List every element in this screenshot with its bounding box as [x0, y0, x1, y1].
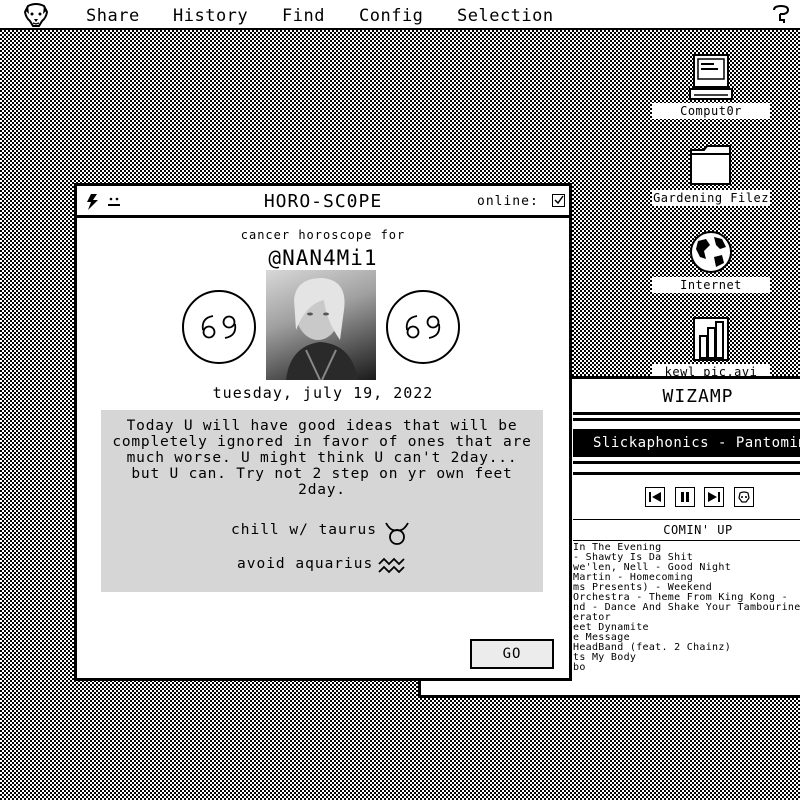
pause-icon — [681, 492, 689, 502]
playlist-item[interactable]: bo — [573, 663, 800, 673]
wizamp-title: WIZAMP — [573, 379, 800, 415]
menu-history[interactable]: History — [173, 6, 248, 26]
avoid-sign-label: avoid aquarius — [237, 556, 374, 572]
check-icon — [553, 195, 564, 205]
menu-bar: Share History Find Config Selection — [0, 0, 800, 30]
playlist-item[interactable]: ts My Body — [573, 653, 800, 663]
cancer-sign-icon — [182, 290, 256, 364]
title-bar[interactable]: HORO-SC0PE online: — [77, 186, 569, 218]
previous-icon — [649, 492, 661, 502]
playlist: In The Evening - Shawty Is Da Shit we'le… — [573, 543, 800, 683]
horoscope-for-label: cancer horoscope for — [240, 228, 406, 242]
previous-button[interactable] — [645, 487, 665, 507]
online-checkbox[interactable] — [552, 194, 565, 207]
now-playing-display: Slickaphonics - Pantomime — [573, 429, 800, 457]
desktop-icon-label: Gardening Filez — [652, 190, 770, 206]
next-icon — [708, 492, 720, 502]
computer-icon — [689, 54, 733, 100]
desktop-icon-video[interactable]: kewl pic.avi — [652, 314, 770, 378]
up-next-header: COMIN' UP — [573, 519, 800, 541]
menu-config[interactable]: Config — [359, 6, 423, 26]
aquarius-icon — [378, 557, 405, 574]
menu-find[interactable]: Find — [282, 6, 325, 26]
avatar — [266, 270, 376, 380]
reading-panel: Today U will have good ideas that will b… — [101, 410, 543, 592]
desktop-icon-computer[interactable]: Comput0r — [652, 53, 770, 121]
taurus-icon — [385, 522, 409, 545]
horoscope-window: HORO-SC0PE online: cancer horoscope for … — [74, 183, 572, 681]
video-file-icon — [693, 317, 729, 361]
cancer-sign-icon — [386, 290, 460, 364]
dog-face-icon — [738, 491, 750, 503]
desktop-icon-internet[interactable]: Internet — [652, 227, 770, 295]
divider — [573, 461, 800, 464]
username-handle: @NAN4Mi1 — [268, 246, 378, 270]
horoscope-date: tuesday, july 19, 2022 — [212, 384, 434, 402]
divider — [573, 418, 800, 421]
menu-share[interactable]: Share — [86, 6, 140, 26]
divider — [573, 472, 800, 475]
menu-selection[interactable]: Selection — [457, 6, 554, 26]
dog-face-icon[interactable] — [22, 2, 50, 28]
compatible-sign-label: chill w/ taurus — [231, 522, 377, 538]
desktop-icon-label: Comput0r — [652, 103, 770, 119]
next-button[interactable] — [704, 487, 724, 507]
go-button[interactable]: GO — [470, 639, 554, 669]
desktop-icon-label: Internet — [652, 277, 770, 293]
pause-button[interactable] — [675, 487, 695, 507]
visualizer-button[interactable] — [734, 487, 754, 507]
online-label: online: — [477, 194, 539, 209]
help-icon[interactable] — [770, 4, 792, 26]
folder-icon — [690, 145, 731, 185]
globe-icon — [690, 231, 732, 273]
cancer-glyph — [201, 315, 237, 339]
horoscope-reading: Today U will have good ideas that will b… — [112, 418, 532, 498]
cancer-glyph — [405, 315, 441, 339]
desktop-icon-folder[interactable]: Gardening Filez — [652, 140, 770, 208]
